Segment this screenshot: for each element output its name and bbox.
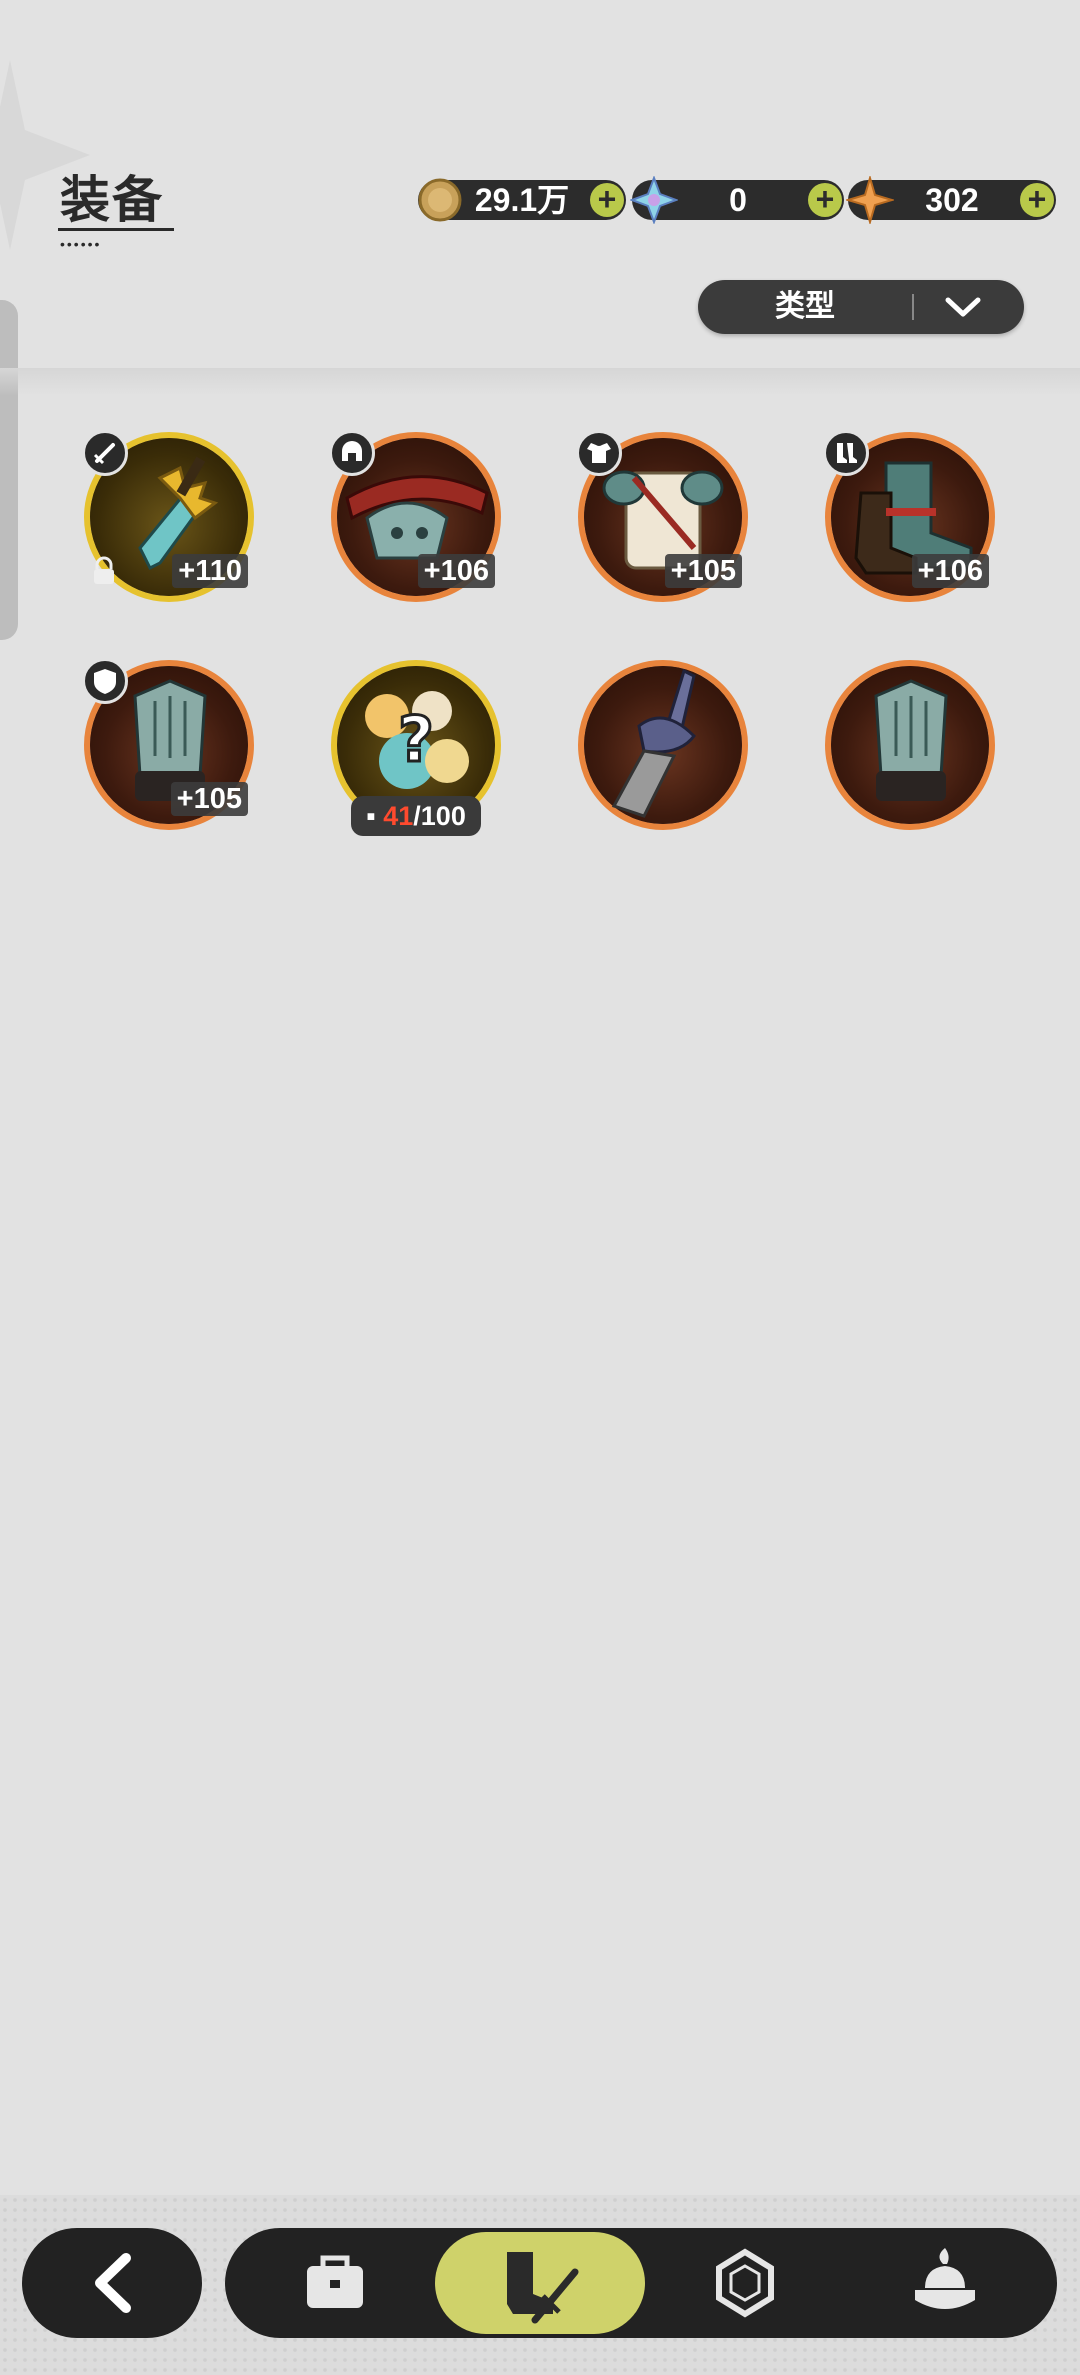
slot-badge [823,430,869,476]
fragment-current: 41 [383,801,414,831]
fragment-item[interactable]: ? ▪ 41/100 [331,660,501,836]
dessert-icon [915,2248,975,2309]
shield-slot-icon [94,669,116,694]
star-value: 302 [925,182,979,218]
equipment-icon [507,2252,579,2324]
tab-equipment[interactable] [435,2232,645,2334]
tab-food[interactable] [865,2228,1025,2338]
slot-badge [82,658,128,704]
boots-slot-icon [837,443,857,463]
fragment-total: /100 [413,801,466,831]
title-underline [58,228,174,231]
level-badge: +106 [417,554,495,588]
level-badge: +105 [664,554,742,588]
fragment-progress: ▪ 41/100 [351,796,481,836]
crystal-star-icon [630,176,678,224]
side-drawer-tab[interactable] [0,300,18,640]
slot-badge [82,430,128,476]
gauntlet-icon [874,679,948,801]
level-badge: +110 [172,554,248,588]
slot-badge [576,430,622,476]
sword-slot-icon [93,443,115,465]
bottom-nav-bar [225,2228,1057,2338]
currency-gold: 29.1万 + [418,178,626,222]
spear-tip-icon [611,668,696,818]
back-arrow-icon [95,2253,131,2313]
type-filter-dropdown[interactable]: 类型 [698,280,1024,334]
equipment-item[interactable]: +105 [576,430,748,602]
header-divider [0,368,1080,396]
bag-icon [307,2255,363,2308]
crystal-value: 0 [729,182,747,218]
gold-value: 29.1万 [474,182,570,218]
puzzle-icon: ▪ [366,801,376,831]
tab-bag[interactable] [255,2228,415,2338]
title-dots: •••••• [60,236,102,252]
equipment-item[interactable]: +106 [329,430,501,602]
gem-icon [716,2248,774,2318]
equipment-item[interactable] [825,660,995,830]
add-star-button[interactable]: + [1020,183,1054,217]
page-title: 装备 [60,172,164,228]
type-filter-label: 类型 [775,290,835,323]
lock-icon [94,556,114,584]
svg-text:?: ? [398,703,434,776]
level-badge: +106 [911,554,989,588]
add-gold-button[interactable]: + [590,183,624,217]
equipment-item[interactable]: +105 [82,658,254,830]
armor-slot-icon [587,443,611,463]
add-crystal-button[interactable]: + [808,183,842,217]
equipment-item[interactable]: +110 [82,430,254,602]
currency-crystal: 0 + [630,176,844,224]
equipment-item[interactable] [578,660,748,830]
slot-badge [329,430,375,476]
helmet-slot-icon [342,441,362,461]
currency-star: 302 + [846,176,1056,224]
level-badge: +105 [170,782,248,816]
type-filter-separator [912,294,914,320]
tab-gems[interactable] [665,2228,825,2338]
gold-coin-icon [418,178,462,222]
chevron-down-icon [945,297,981,317]
back-button[interactable] [22,2228,202,2338]
equipment-item[interactable]: +106 [823,430,995,602]
orange-star-icon [846,176,894,224]
